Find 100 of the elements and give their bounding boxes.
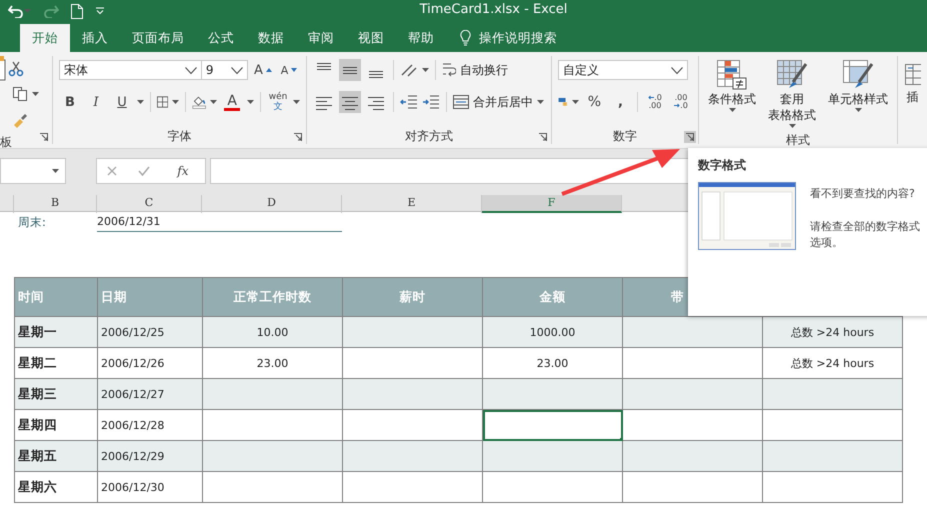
comma-style-button[interactable]: , [609,91,632,113]
chevron-down-icon[interactable] [184,66,197,74]
table-cell[interactable]: 1000.00 [482,316,622,348]
align-lines-icon [316,62,332,70]
font-name-combobox[interactable]: 宋体 [59,60,202,80]
align-lines-icon [342,66,358,74]
ribbon-tab[interactable]: 页面布局 [120,24,196,52]
ribbon-tab[interactable]: 审阅 [296,24,346,52]
table-cell[interactable] [482,410,622,440]
group-label: 板 [0,134,12,150]
table-cell: 总数 >24 hours [762,316,902,348]
chevron-down-icon[interactable] [231,66,243,74]
tell-me-search[interactable]: 操作说明搜索 [479,30,557,46]
conditional-style-button[interactable]: 条件格式 [704,58,760,130]
week-end-label: 周末: [17,214,47,230]
middle-align-button[interactable] [339,59,361,81]
table-cell: 星期六 [14,472,98,502]
table-brush-icon [777,60,807,90]
table-cell[interactable] [482,440,622,472]
column-heading: 薪时 [342,278,482,316]
column-heading: 正常工作时数 [202,278,342,316]
caret-icon [537,100,544,104]
bold-button[interactable]: B [59,91,81,113]
triangle-up-icon [266,68,272,72]
dropdown-icon [52,169,59,173]
dialog-launcher[interactable] [684,131,696,143]
merge-cells-icon[interactable] [453,95,469,109]
check-icon[interactable] [138,166,150,176]
orientation-icon[interactable] [400,63,418,77]
tooltip-question: 看不到要查找的内容? [810,186,916,201]
table-cell: 2006/12/30 [98,472,202,502]
caret-icon [172,100,179,104]
table-cell: 星期三 [14,378,98,410]
left-arrow-icon [648,95,654,100]
ribbon-tab[interactable]: 插入 [70,24,120,52]
align-lines-icon [368,70,384,78]
tooltip-hint: 请检查全部的数字格式选项。 [810,219,921,251]
group-label: 字体 [168,128,192,144]
dialog-launcher[interactable] [38,131,50,143]
insert-cells-button[interactable]: 插 [902,58,923,106]
undo-icon[interactable] [8,4,24,18]
table-cell: 星期五 [14,440,98,472]
format-painter-icon[interactable] [12,112,28,128]
underline-button[interactable]: U [111,91,133,113]
table-cell: 2006/12/25 [98,316,202,348]
percent-button[interactable]: % [583,91,606,113]
caret-icon [293,100,300,104]
customize-toolbar-icon[interactable] [95,7,105,15]
table-cell[interactable] [482,378,622,410]
caret-icon [210,100,218,104]
triangle-down-icon [291,68,298,72]
increase-font-size-button[interactable]: A [252,59,274,81]
center-align-button[interactable] [339,91,361,113]
table-style-button[interactable]: 套用 表格格式 [764,58,820,130]
wrap-text-icon[interactable] [442,62,456,78]
insert-function-button[interactable]: fx [171,163,195,179]
decrease-font-size-button[interactable]: A [278,59,300,81]
table-cell: 星期一 [14,316,98,348]
caret-icon [728,108,736,112]
chevron-down-icon[interactable] [671,66,683,74]
fill-bucket-icon[interactable] [192,94,206,110]
ribbon-tab[interactable]: 开始 [20,24,70,52]
merge-center-label[interactable]: 合并后居中 [473,94,533,110]
copy-icon[interactable] [12,86,28,102]
column-heading: 日期 [98,278,202,316]
cell-brush-icon [843,60,873,90]
ribbon-tab[interactable]: 公式 [196,24,246,52]
phonetic-guide-button[interactable]: wén 文 [267,91,289,113]
caret-icon [572,100,580,104]
table-cell[interactable] [482,472,622,502]
borders-icon[interactable] [156,95,168,109]
cell-style-button[interactable]: 单元格样式 [824,58,892,130]
group-label: 对齐方式 [405,128,453,144]
week-end-date: 2006/12/31 [97,212,342,232]
wrap-text-label[interactable]: 自动换行 [460,62,508,78]
font-color-button[interactable]: A [221,91,244,113]
scissors-icon[interactable] [8,61,24,77]
caret-icon [137,100,144,104]
new-document-icon[interactable] [71,4,83,18]
increase-decimal-button[interactable]: .0 .00 [644,91,666,113]
dialog-launcher[interactable] [537,131,549,143]
number-format-combobox[interactable]: 自定义 [558,60,688,80]
group-label: 数字 [613,128,637,144]
dialog-launcher[interactable] [292,131,304,143]
window-title: TimeCard1.xlsx - Excel [420,2,568,17]
caret-icon [788,124,796,128]
group-label: 样式 [786,132,810,148]
ribbon-tab[interactable]: 帮助 [396,24,446,52]
decrease-indent-icon[interactable] [400,95,418,109]
italic-button[interactable]: I [85,91,107,113]
font-size-combobox[interactable]: 9 [200,60,248,80]
ribbon-tab[interactable]: 视图 [346,24,396,52]
tooltip-title: 数字格式 [698,157,747,174]
ribbon-tab[interactable]: 数据 [246,24,296,52]
increase-indent-icon[interactable] [422,95,440,109]
right-arrow-icon [674,103,680,108]
table-cell: 10.00 [202,316,342,348]
decrease-decimal-button[interactable]: .00 .0 [670,91,692,113]
column-header[interactable]: F [482,195,622,213]
table-cell: 2006/12/27 [98,378,202,410]
